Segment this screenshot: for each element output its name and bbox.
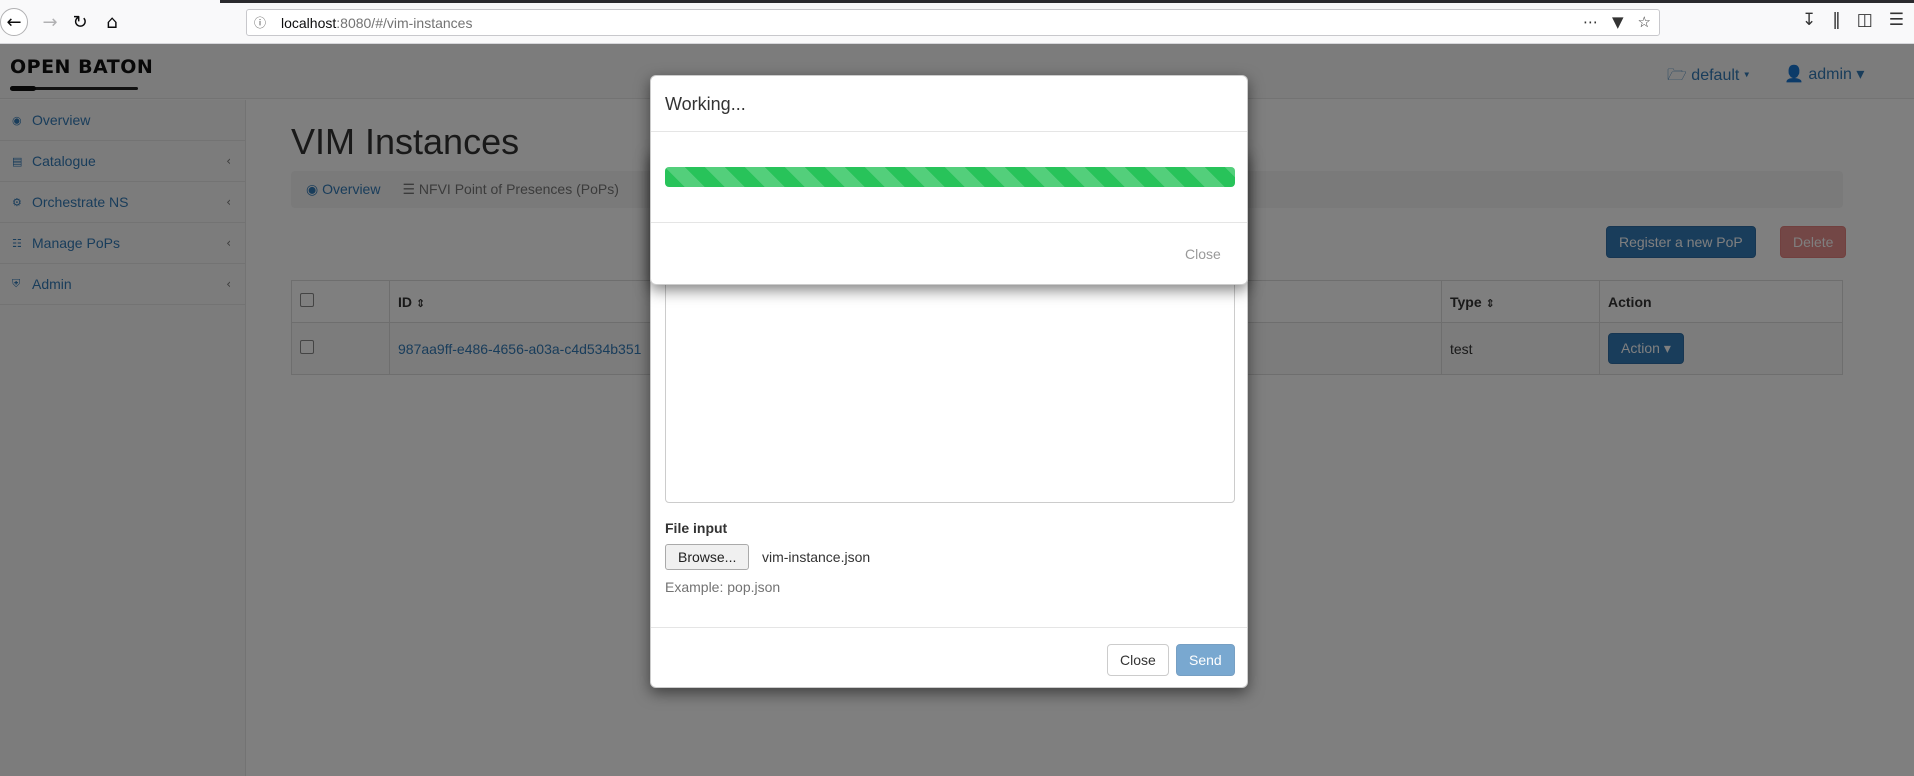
- modal-footer: Close Send: [651, 627, 1247, 689]
- tab-strip-edge: [220, 0, 1914, 3]
- modal-header-divider: [651, 131, 1247, 132]
- sidebar-toggle-icon[interactable]: ◫: [1857, 10, 1873, 30]
- library-icon[interactable]: ‖: [1832, 10, 1841, 30]
- working-close-button[interactable]: Close: [1185, 246, 1221, 262]
- close-button[interactable]: Close: [1107, 644, 1169, 676]
- home-icon[interactable]: ⌂: [98, 8, 126, 36]
- pocket-icon[interactable]: ▼: [1612, 13, 1624, 31]
- forward-icon[interactable]: →: [36, 8, 64, 36]
- downloads-icon[interactable]: ↧: [1802, 10, 1816, 30]
- working-modal: Working... Close: [650, 75, 1248, 285]
- back-icon[interactable]: ←: [0, 8, 28, 36]
- browser-toolbar: ← → ↻ ⌂ ⓘ localhost:8080/#/vim-instances…: [0, 0, 1914, 44]
- selected-file-name: vim-instance.json: [762, 549, 871, 565]
- progress-bar: [665, 167, 1235, 187]
- progress-track: [665, 167, 1235, 187]
- file-input-label: File input: [665, 520, 728, 536]
- bookmark-star-icon[interactable]: ☆: [1638, 13, 1651, 31]
- url-text[interactable]: localhost:8080/#/vim-instances: [281, 15, 472, 31]
- modal-footer-divider: [651, 222, 1247, 223]
- page-actions-icon[interactable]: ⋯: [1583, 13, 1598, 31]
- url-bar[interactable]: ⓘ localhost:8080/#/vim-instances ⋯ ▼ ☆: [246, 9, 1660, 36]
- file-help-text: Example: pop.json: [665, 579, 781, 595]
- working-title: Working...: [665, 94, 746, 114]
- browse-button[interactable]: Browse...: [665, 544, 750, 570]
- url-host: localhost: [281, 14, 337, 31]
- send-button[interactable]: Send: [1176, 644, 1235, 676]
- site-info-icon[interactable]: ⓘ: [247, 14, 273, 31]
- reload-icon[interactable]: ↻: [66, 8, 94, 36]
- menu-icon[interactable]: ☰: [1889, 10, 1904, 30]
- url-path: :8080/#/vim-instances: [336, 14, 473, 31]
